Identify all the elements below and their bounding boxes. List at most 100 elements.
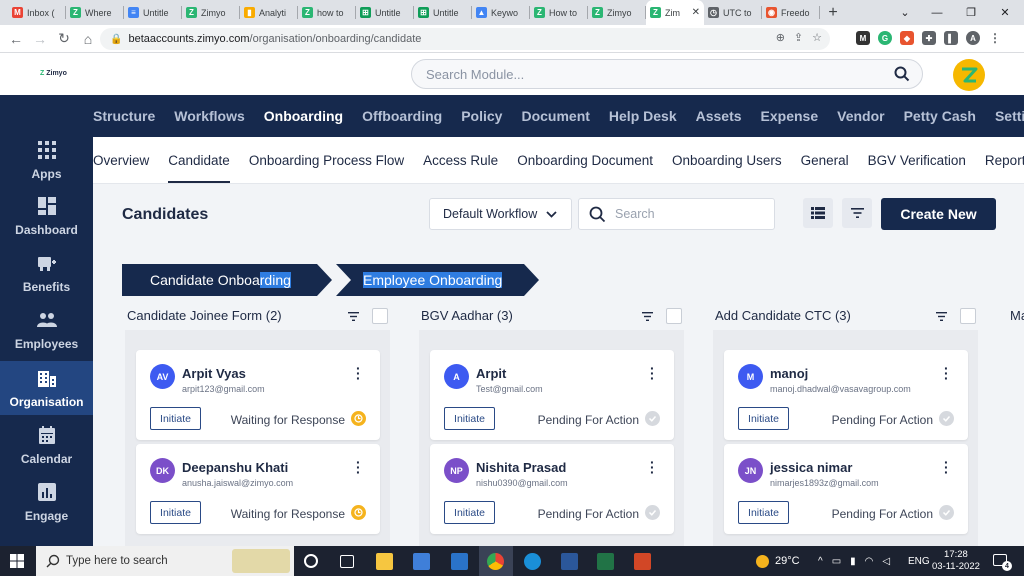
powerpoint-icon[interactable] bbox=[634, 553, 651, 570]
address-bar[interactable]: 🔒 betaaccounts.zimyo.com/organisation/on… bbox=[100, 28, 830, 50]
candidate-card[interactable]: Mmanoj manoj.dhadwal@vasavagroup.com · · · In… bbox=[724, 350, 968, 440]
candidate-name[interactable]: manoj bbox=[770, 366, 808, 381]
create-new-button[interactable]: Create New bbox=[881, 198, 996, 230]
more-options-icon[interactable]: · · · bbox=[944, 361, 949, 385]
more-options-icon[interactable]: · · · bbox=[650, 455, 655, 479]
initiate-button[interactable]: Initiate bbox=[150, 407, 201, 430]
tray-expand-icon[interactable]: ^ bbox=[818, 556, 823, 567]
module-nav-item[interactable]: Setti bbox=[995, 108, 1024, 124]
browser-tab[interactable]: Z Where bbox=[66, 0, 124, 25]
module-nav-item[interactable]: Assets bbox=[696, 108, 742, 124]
browser-tab[interactable]: Zhow to bbox=[298, 0, 356, 25]
candidate-name[interactable]: jessica nimar bbox=[770, 460, 852, 475]
candidate-name[interactable]: Deepanshu Khati bbox=[182, 460, 288, 475]
module-nav-item[interactable]: Offboarding bbox=[362, 108, 442, 124]
candidate-card[interactable]: DK Deepanshu Khati anusha.jaiswal@zimyo.co… bbox=[136, 444, 380, 534]
filter-button[interactable] bbox=[842, 198, 872, 228]
windows-start-icon[interactable] bbox=[10, 554, 24, 568]
zoom-icon[interactable]: ⊕ bbox=[776, 31, 785, 44]
sub-nav-tab[interactable]: Access Rule bbox=[423, 137, 498, 183]
browser-tab[interactable]: Z Zimyo bbox=[588, 0, 646, 25]
browser-tab[interactable]: ≡ Untitle bbox=[124, 0, 182, 25]
sidebar-item-dashboard[interactable]: Dashboard bbox=[0, 189, 93, 243]
candidate-card[interactable]: AV Arpit Vyas arpit123@gmail.com · · · Initiat… bbox=[136, 350, 380, 440]
zimyo-logo[interactable]: Z Zimyo bbox=[40, 70, 67, 77]
module-nav-item[interactable]: Workflows bbox=[174, 108, 245, 124]
module-nav-item[interactable]: Expense bbox=[761, 108, 819, 124]
sidebar-item-engage[interactable]: Engage bbox=[0, 475, 93, 529]
sidepanel-icon[interactable]: ▌ bbox=[944, 31, 958, 45]
sub-nav-tab[interactable]: General bbox=[801, 137, 849, 183]
profile-avatar[interactable]: A bbox=[966, 31, 980, 45]
module-nav-item[interactable]: Policy bbox=[461, 108, 502, 124]
user-avatar[interactable] bbox=[953, 59, 985, 91]
candidate-card[interactable]: A Arpit Test@gmail.com · · · Initiate Pending F… bbox=[430, 350, 674, 440]
candidate-card[interactable]: NP Nishita Prasad nishu0390@gmail.com · · · In… bbox=[430, 444, 674, 534]
initiate-button[interactable]: Initiate bbox=[738, 501, 789, 524]
candidate-name[interactable]: Nishita Prasad bbox=[476, 460, 566, 475]
taskbar-search-input[interactable]: Type here to search bbox=[36, 546, 294, 576]
file-explorer-icon[interactable] bbox=[376, 553, 393, 570]
more-options-icon[interactable]: · · · bbox=[944, 455, 949, 479]
restore-button[interactable]: ❐ bbox=[954, 0, 988, 25]
sidebar-item-organisation[interactable]: Organisation bbox=[0, 361, 93, 415]
candidate-card[interactable]: JN jessica nimar nimarjes1893z@gmail.com · ·… bbox=[724, 444, 968, 534]
browser-tab[interactable]: Z Zim ✕ bbox=[646, 0, 704, 25]
stage-employee-onboarding[interactable]: Employee Onboarding bbox=[336, 264, 539, 296]
browser-tab[interactable]: ⊞ Untitle bbox=[356, 0, 414, 25]
candidate-search-input[interactable]: Search bbox=[578, 198, 775, 230]
initiate-button[interactable]: Initiate bbox=[444, 501, 495, 524]
list-view-button[interactable] bbox=[803, 198, 833, 228]
close-window-button[interactable]: ✕ bbox=[988, 0, 1022, 25]
sub-nav-tab[interactable]: Candidate bbox=[168, 137, 230, 183]
module-nav-item[interactable]: Structure bbox=[93, 108, 155, 124]
extension-grammarly-icon[interactable]: G bbox=[878, 31, 892, 45]
share-icon[interactable]: ⇪ bbox=[794, 31, 803, 44]
column-select-checkbox[interactable] bbox=[960, 308, 976, 324]
column-filter-icon[interactable] bbox=[936, 312, 947, 321]
sub-nav-tab[interactable]: Reports bbox=[985, 137, 1024, 183]
more-options-icon[interactable]: · · · bbox=[356, 361, 361, 385]
browser-tab[interactable]: ◉ Freedo bbox=[762, 0, 820, 25]
sub-nav-tab[interactable]: Onboarding Document bbox=[517, 137, 653, 183]
candidate-name[interactable]: Arpit Vyas bbox=[182, 366, 246, 381]
module-nav-item[interactable]: Onboarding bbox=[264, 108, 343, 124]
edge-icon[interactable] bbox=[524, 553, 541, 570]
column-filter-icon[interactable] bbox=[348, 312, 359, 321]
extension-freedom-icon[interactable]: ◆ bbox=[900, 31, 914, 45]
chrome-icon[interactable] bbox=[487, 553, 504, 570]
module-nav-item[interactable]: Help Desk bbox=[609, 108, 677, 124]
reload-icon[interactable]: ↻ bbox=[52, 25, 76, 53]
new-tab-button[interactable]: + bbox=[820, 0, 846, 25]
sidebar-item-calendar[interactable]: Calendar bbox=[0, 418, 93, 472]
tray-battery-icon[interactable]: ▮ bbox=[850, 556, 856, 567]
cortana-icon[interactable] bbox=[304, 554, 318, 568]
browser-tab[interactable]: ▲ Keywo bbox=[472, 0, 530, 25]
more-options-icon[interactable]: · · · bbox=[650, 361, 655, 385]
browser-tab[interactable]: ◷ UTC to bbox=[704, 0, 762, 25]
module-nav-item[interactable]: Petty Cash bbox=[904, 108, 976, 124]
initiate-button[interactable]: Initiate bbox=[444, 407, 495, 430]
microsoft-store-icon[interactable] bbox=[413, 553, 430, 570]
search-module-input[interactable]: Search Module... bbox=[411, 59, 923, 89]
word-icon[interactable] bbox=[561, 553, 578, 570]
sub-nav-tab[interactable]: BGV Verification bbox=[868, 137, 966, 183]
stage-candidate-onboarding[interactable]: Candidate Onboa rding bbox=[122, 264, 332, 296]
extension-gmail-icon[interactable]: M bbox=[856, 31, 870, 45]
home-icon[interactable]: ⌂ bbox=[76, 25, 100, 53]
browser-tab[interactable]: ⊞ Untitle bbox=[414, 0, 472, 25]
bookmark-star-icon[interactable]: ☆ bbox=[812, 31, 822, 44]
tray-volume-icon[interactable]: ◁ bbox=[882, 556, 890, 567]
weather-widget[interactable]: 29°C bbox=[756, 546, 800, 576]
sidebar-item-employees[interactable]: Employees bbox=[0, 303, 93, 357]
minimize-button[interactable]: — bbox=[920, 0, 954, 25]
extensions-puzzle-icon[interactable]: ✚ bbox=[922, 31, 936, 45]
browser-tab[interactable]: ▮ Analyti bbox=[240, 0, 298, 25]
initiate-button[interactable]: Initiate bbox=[738, 407, 789, 430]
excel-icon[interactable] bbox=[597, 553, 614, 570]
back-icon[interactable]: ← bbox=[4, 25, 28, 53]
task-view-icon[interactable] bbox=[340, 555, 354, 568]
sidebar-item-benefits[interactable]: Benefits bbox=[0, 246, 93, 300]
browser-tab[interactable]: Z Zimyo bbox=[182, 0, 240, 25]
tray-wifi-icon[interactable]: ◠ bbox=[865, 556, 874, 567]
